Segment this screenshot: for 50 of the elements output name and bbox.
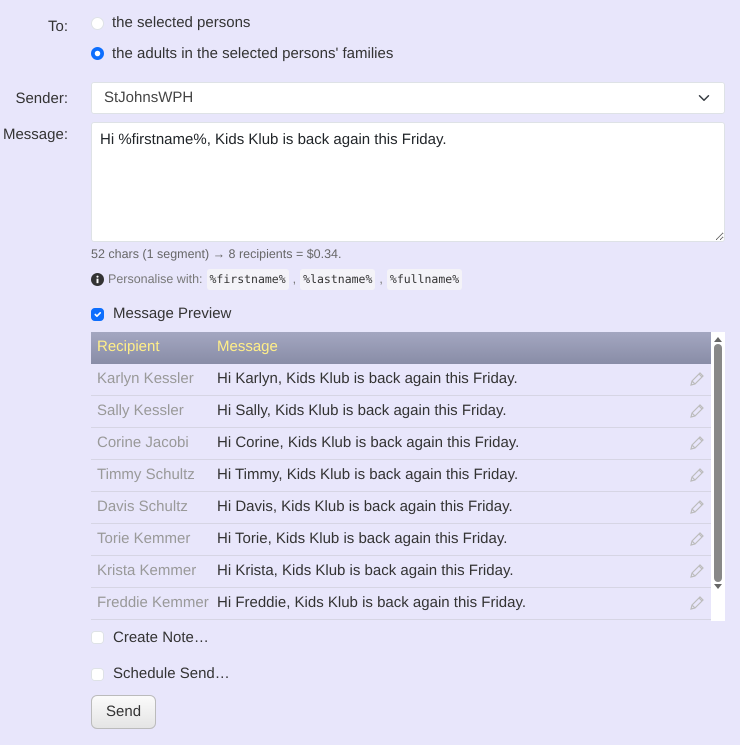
token-code: %firstname% (206, 268, 289, 290)
recipient-cell-text: Sally Kessler (96, 400, 185, 421)
up-arrow-icon[interactable] (714, 336, 722, 342)
field-label: Message: (2, 125, 68, 145)
message-stats: 52 chars (1 segment) → 8 recipients = $0.34. (91, 246, 342, 263)
recipient-cell-text: Davis Schultz (96, 496, 189, 517)
radio-label: the selected persons (112, 13, 250, 33)
pencil-icon[interactable] (689, 435, 705, 451)
recipient-cell-text: Torie Kemmer (96, 528, 192, 549)
scrollbar[interactable] (711, 332, 725, 620)
message-field[interactable]: Hi %firstname%, Kids Klub is back again this Friday. (91, 122, 725, 242)
column-header: Message (217, 337, 279, 358)
send-button[interactable]: Send (91, 694, 156, 729)
message-cell-text: Hi Karlyn, Kids Klub is back again this Friday. (217, 368, 519, 389)
recipient-cell-text: Freddie Kemmer (96, 592, 210, 613)
radio-label: the adults in the selected persons' families (112, 44, 394, 64)
pencil-icon[interactable] (689, 403, 705, 419)
pencil-icon[interactable] (689, 467, 705, 483)
sender-select[interactable]: StJohnsWPH (91, 82, 725, 114)
message-cell-text: Hi Krista, Kids Klub is back again this Friday. (217, 560, 515, 581)
message-cell-text: Hi Corine, Kids Klub is back again this Friday. (217, 432, 520, 453)
message-cell-text: Hi Sally, Kids Klub is back again this Friday. (217, 400, 508, 421)
comma: , (379, 271, 383, 288)
pencil-icon[interactable] (689, 563, 705, 579)
personalise-label: Personalise with: (108, 271, 202, 288)
checkbox[interactable] (91, 308, 104, 321)
pencil-icon[interactable] (689, 531, 705, 547)
recipient-cell-text: Corine Jacobi (96, 432, 190, 453)
field-label: Sender: (14, 89, 68, 109)
recipient-cell-text: Timmy Schultz (96, 464, 196, 485)
checkbox-label: Create Note… (113, 628, 209, 648)
recipient-cell-text: Karlyn Kessler (96, 368, 195, 389)
message-cell-text: Hi Torie, Kids Klub is back again this Friday. (217, 528, 508, 549)
comma: , (292, 271, 296, 288)
field-label: To: (46, 17, 68, 37)
checkbox-label: Message Preview (113, 304, 232, 324)
info-icon (91, 272, 104, 286)
message-cell-text: Hi Davis, Kids Klub is back again this Friday. (217, 496, 514, 517)
token-code: %fullname% (386, 268, 462, 290)
message-cell-text: Hi Freddie, Kids Klub is back again this Friday. (217, 592, 528, 613)
column-header: Recipient (96, 337, 161, 358)
checkbox-label: Schedule Send… (113, 664, 230, 684)
token-code: %lastname% (300, 268, 376, 290)
message-cell-text: Hi Timmy, Kids Klub is back again this Friday. (217, 464, 520, 485)
down-arrow-icon[interactable] (714, 584, 722, 590)
pencil-icon[interactable] (689, 595, 705, 611)
pencil-icon[interactable] (689, 371, 705, 387)
radio-button[interactable] (91, 47, 104, 60)
pencil-icon[interactable] (689, 499, 705, 515)
recipient-cell-text: Krista Kemmer (96, 560, 198, 581)
